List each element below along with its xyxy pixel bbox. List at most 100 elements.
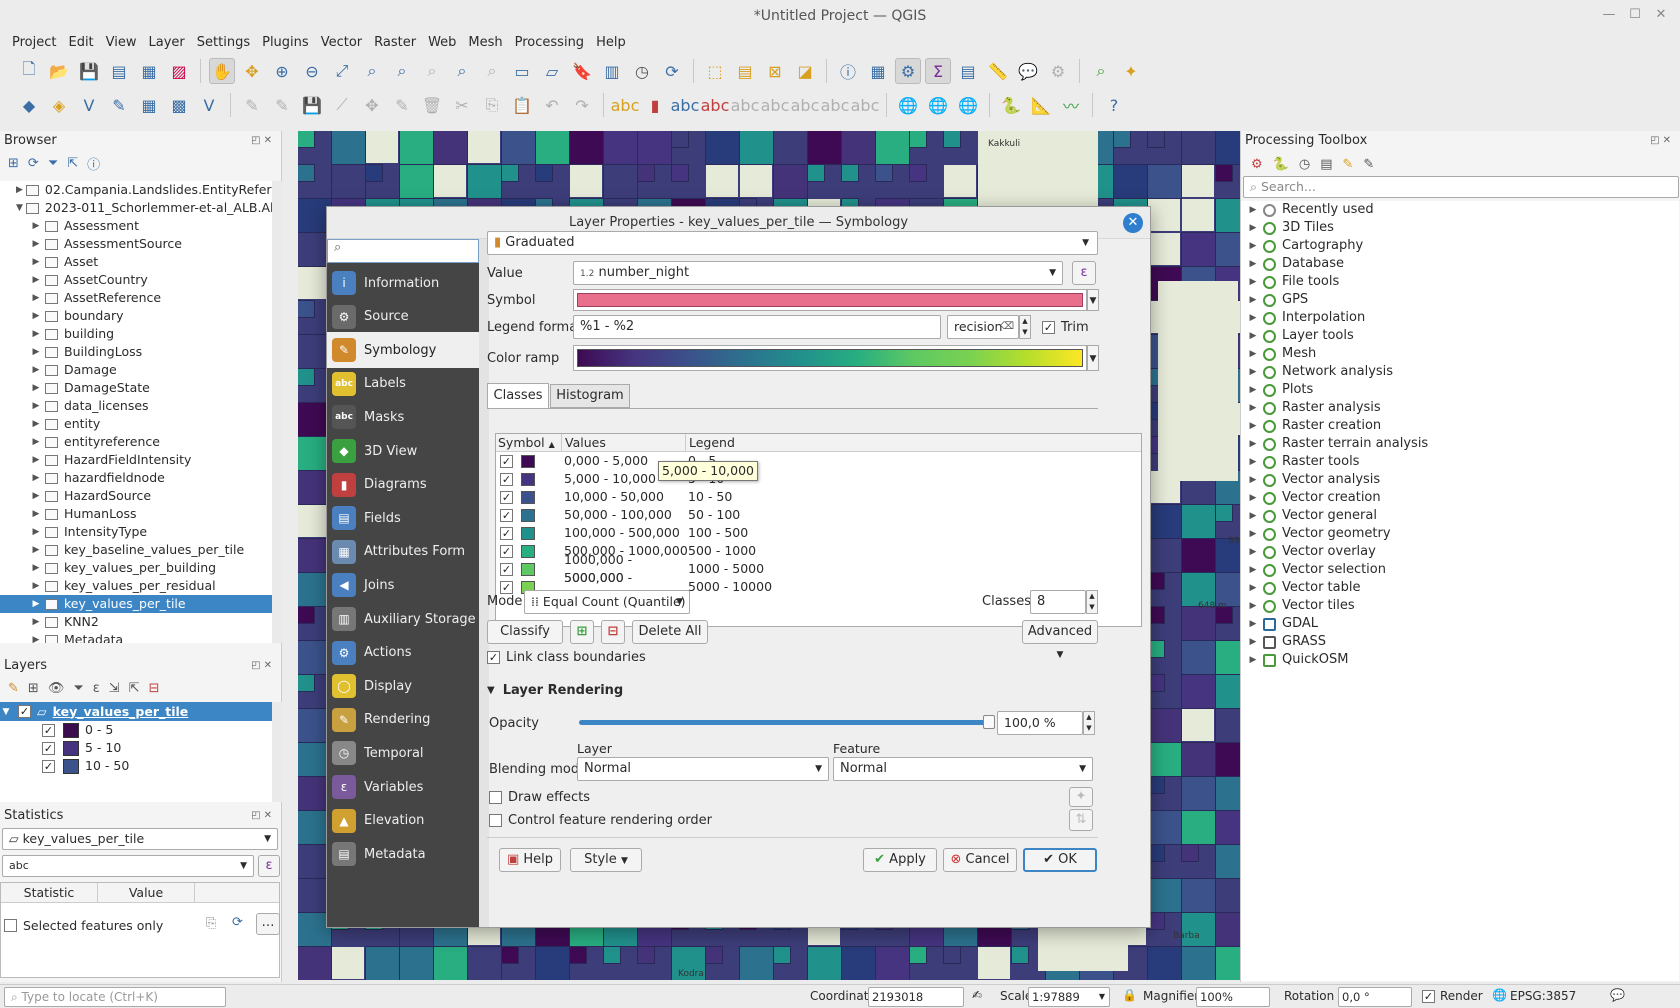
cancel-button[interactable]: ⊗ Cancel <box>943 848 1017 872</box>
classify-button[interactable]: Classify <box>487 620 563 644</box>
toolbox-item[interactable]: ▶ Raster analysis <box>1241 399 1679 417</box>
chevron-right-icon[interactable]: ▶ <box>30 487 42 505</box>
mode-select[interactable]: ⁞⁞ Equal Count (Quantile) ▼ <box>524 590 690 614</box>
sidebar-item-3d-view[interactable]: ◆ 3D View <box>327 433 479 469</box>
class-checkbox[interactable]: ✓ <box>500 472 513 486</box>
layer-styling-icon[interactable]: ✎ <box>8 681 19 696</box>
add-class-button[interactable]: ⊞ <box>570 620 594 644</box>
value-field-select[interactable]: 1.2 number_night ▼ <box>573 261 1063 285</box>
sidebar-item-auxiliary-storage[interactable]: ▥ Auxiliary Storage <box>327 601 479 637</box>
change-label-icon[interactable]: abc <box>821 92 850 118</box>
sidebar-item-variables[interactable]: ε Variables <box>327 769 479 805</box>
color-ramp-button[interactable] <box>573 345 1087 371</box>
manage-visibility-icon[interactable]: 👁 <box>48 681 65 696</box>
advanced-button[interactable]: Advanced ▼ <box>1022 620 1098 660</box>
sidebar-item-source[interactable]: ⚙ Source <box>327 299 479 335</box>
chevron-right-icon[interactable]: ▶ <box>30 505 42 523</box>
toolbox-item[interactable]: ▶ Vector geometry <box>1241 525 1679 543</box>
select-location-icon[interactable]: ◪ <box>792 58 818 84</box>
chevron-right-icon[interactable]: ▶ <box>30 613 42 631</box>
rotate-label-icon[interactable]: abc <box>791 92 820 118</box>
toolbox-item[interactable]: ▶ Raster creation <box>1241 417 1679 435</box>
renderer-select[interactable]: ▮ Graduated ▼ <box>487 231 1098 255</box>
class-checkbox[interactable]: ✓ <box>500 580 513 594</box>
browser-scrollbar[interactable] <box>272 181 282 643</box>
legend-item[interactable]: ✓ 10 - 50 <box>0 757 272 775</box>
chevron-right-icon[interactable]: ▶ <box>1247 471 1259 489</box>
legend-item[interactable]: ✓ 5 - 10 <box>0 739 272 757</box>
collapse-arrow-icon[interactable]: ▼ <box>0 703 12 721</box>
refresh-stats-icon[interactable]: ⟳ <box>232 915 243 930</box>
symbol-dropdown-icon[interactable]: ▼ <box>1087 289 1099 311</box>
browser-item[interactable]: ▶ AssetCountry <box>0 271 272 289</box>
blend-layer-select[interactable]: Normal ▼ <box>577 757 829 781</box>
class-checkbox[interactable]: ✓ <box>500 454 513 468</box>
select-by-value-icon[interactable]: ▤ <box>732 58 758 84</box>
browser-item[interactable]: ▶ entityreference <box>0 433 272 451</box>
sidebar-item-display[interactable]: ◯ Display <box>327 668 479 704</box>
chevron-right-icon[interactable]: ▶ <box>30 415 42 433</box>
legend-checkbox[interactable]: ✓ <box>42 723 55 737</box>
class-row[interactable]: ✓ 50,000 - 100,000 50 - 100 <box>496 506 1141 524</box>
browser-item[interactable]: ▶ Metadata <box>0 631 272 643</box>
style-manager-icon[interactable]: ▨ <box>166 58 192 84</box>
copy-icon[interactable]: ⎘ <box>479 92 505 118</box>
toggle-editing-icon[interactable]: ✎ <box>269 92 295 118</box>
chevron-right-icon[interactable]: ▶ <box>1247 561 1259 579</box>
chevron-right-icon[interactable]: ▶ <box>1247 417 1259 435</box>
modify-attributes-icon[interactable]: ✎ <box>389 92 415 118</box>
style-button[interactable]: Style ▼ <box>570 848 642 872</box>
sidebar-item-temporal[interactable]: ◷ Temporal <box>327 735 479 771</box>
precision-stepper[interactable]: ▲ ▼ <box>1019 315 1031 339</box>
class-row[interactable]: ✓5,000 - 10,0005 - 10 <box>496 470 1141 488</box>
new-map-view-icon[interactable]: ▭ <box>509 58 535 84</box>
legend-item[interactable]: ✓ 0 - 5 <box>0 721 272 739</box>
browser-item[interactable]: ▶ boundary <box>0 307 272 325</box>
temporal-controller-icon[interactable]: ◷ <box>629 58 655 84</box>
class-legend[interactable]: 1000 - 5000 <box>688 560 764 578</box>
sidebar-scrollbar[interactable] <box>479 239 489 927</box>
class-row[interactable]: ✓ 10,000 - 50,000 10 - 50 <box>496 488 1141 506</box>
browser-item[interactable]: ▼ 2023-011_Schorlemmer-et-al_ALB.Alb <box>0 199 272 217</box>
browser-item[interactable]: ▶ key_values_per_residual <box>0 577 272 595</box>
menu-edit[interactable]: Edit <box>62 32 99 54</box>
new-geopackage-icon[interactable]: ◈ <box>46 92 72 118</box>
chevron-right-icon[interactable]: ▶ <box>30 433 42 451</box>
pan-map-icon[interactable]: ✋ <box>209 58 235 84</box>
menu-vector[interactable]: Vector <box>315 32 368 54</box>
lock-scale-icon[interactable]: 🔒 <box>1122 988 1137 1002</box>
label-tool-icon[interactable]: abc <box>731 92 760 118</box>
save-edits-icon[interactable]: 💾 <box>299 92 325 118</box>
diagram-icon[interactable]: ▮ <box>642 92 668 118</box>
sidebar-item-actions[interactable]: ⚙ Actions <box>327 635 479 671</box>
chevron-right-icon[interactable]: ▶ <box>1247 489 1259 507</box>
expand-all-icon[interactable]: ⇲ <box>109 681 120 696</box>
browser-item[interactable]: ▶ hazardfieldnode <box>0 469 272 487</box>
values-column-header[interactable]: Values <box>562 434 686 451</box>
toolbox-item[interactable]: ▶ Cartography <box>1241 237 1679 255</box>
move-label-icon[interactable]: abc <box>761 92 790 118</box>
scripts-icon[interactable]: 🐍 <box>1273 157 1289 172</box>
refresh-browser-icon[interactable]: ⟳ <box>28 156 39 171</box>
symbol-column-header[interactable]: Symbol ▲ <box>496 434 562 451</box>
collapse-all-icon[interactable]: ⇱ <box>67 156 78 171</box>
chevron-right-icon[interactable]: ▶ <box>1247 507 1259 525</box>
refresh-icon[interactable]: ⟳ <box>659 58 685 84</box>
menu-help[interactable]: Help <box>590 32 632 54</box>
filter-browser-icon[interactable]: ⏷ <box>48 156 58 171</box>
legend-checkbox[interactable]: ✓ <box>42 759 55 773</box>
classes-count-stepper[interactable]: ▲ ▼ <box>1086 590 1098 614</box>
statistics-icon[interactable]: Σ <box>925 58 951 84</box>
minimize-icon[interactable]: — <box>1602 8 1616 22</box>
browser-item[interactable]: ▶ HazardFieldIntensity <box>0 451 272 469</box>
remove-class-button[interactable]: ⊟ <box>601 620 625 644</box>
add-vector-icon[interactable]: ▦ <box>136 92 162 118</box>
chevron-right-icon[interactable]: ▶ <box>30 631 42 643</box>
cut-icon[interactable]: ✂ <box>449 92 475 118</box>
class-checkbox[interactable]: ✓ <box>500 526 513 540</box>
add-selected-icon[interactable]: ⊞ <box>8 156 19 171</box>
menu-settings[interactable]: Settings <box>191 32 256 54</box>
scale-select[interactable]: 1:97889 ▼ <box>1028 987 1110 1007</box>
clear-icon[interactable]: ⌫ <box>1000 316 1014 338</box>
toolbox-item[interactable]: ▶ Recently used <box>1241 201 1679 219</box>
